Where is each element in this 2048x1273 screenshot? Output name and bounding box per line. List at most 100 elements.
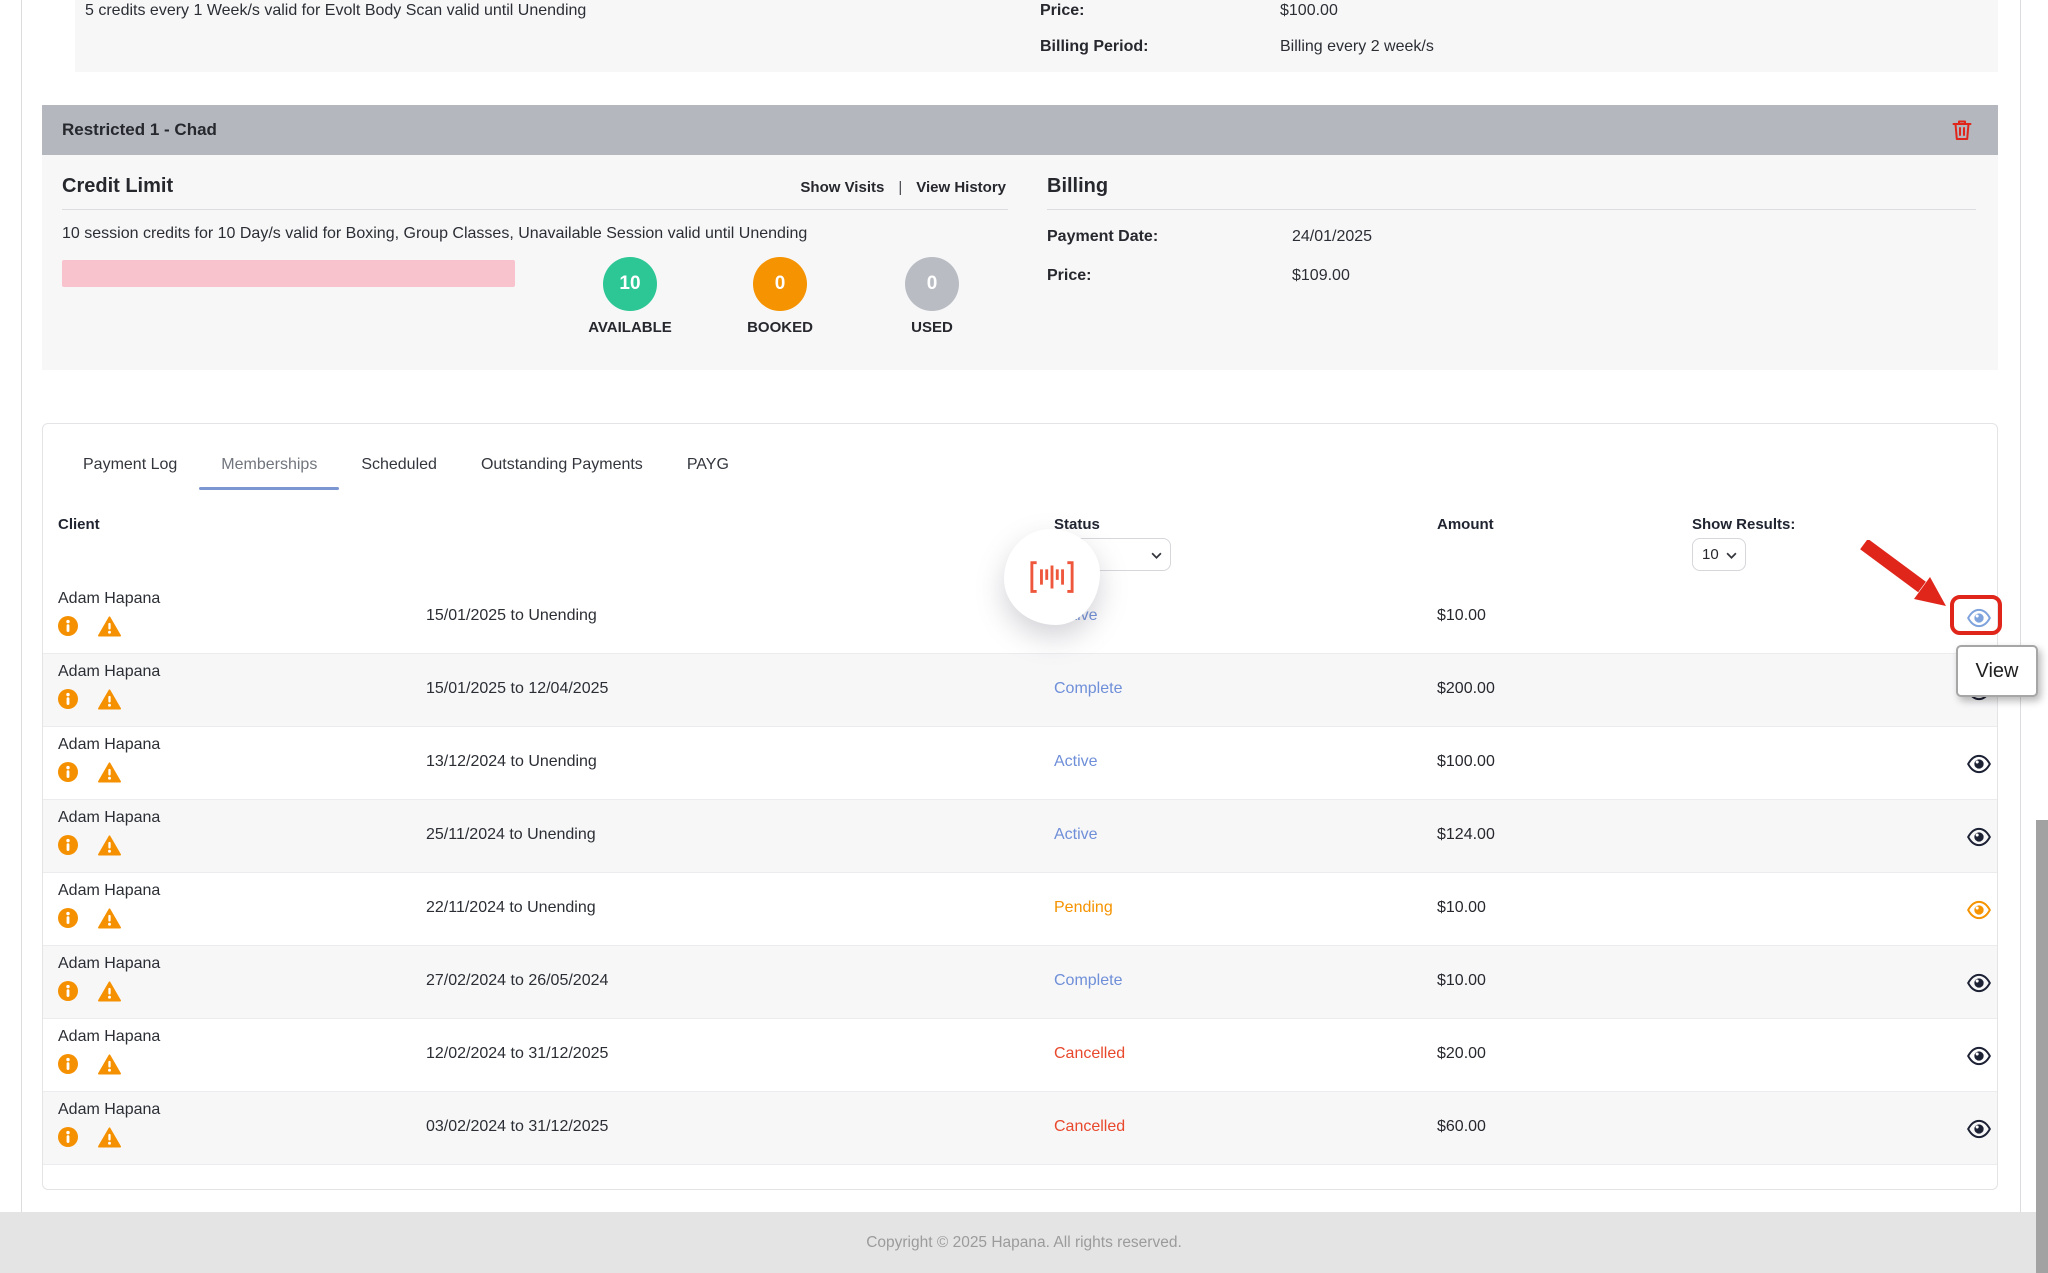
billing-price-value: $109.00 [1292,267,1350,285]
status-label: Complete [1054,680,1122,698]
link-separator: | [898,179,902,196]
counter-circle: 0 [905,257,959,311]
warning-icon[interactable] [98,835,121,856]
payment-date-label: Payment Date: [1047,228,1158,246]
divider [1047,209,1976,210]
client-name: Adam Hapana [58,955,160,973]
table-rows: Adam Hapana 15/01/2025 to Unending Activ… [43,581,1997,1165]
warning-icon[interactable] [98,908,121,929]
eye-icon [1966,897,1992,923]
view-history-link[interactable]: View History [916,179,1006,196]
amount-column-header: Amount [1437,516,1494,533]
divider [62,209,1008,210]
price-label: Price: [1040,2,1084,20]
client-name: Adam Hapana [58,1028,160,1046]
view-eye-button[interactable] [1959,746,1999,782]
tab-payment-log[interactable]: Payment Log [61,424,199,506]
membership-period: 15/01/2025 to Unending [426,607,597,625]
tab-memberships[interactable]: Memberships [199,424,339,506]
info-icon[interactable] [58,616,78,636]
membership-period: 12/02/2024 to 31/12/2025 [426,1045,608,1063]
warning-icon[interactable] [98,981,121,1002]
warning-icon[interactable] [98,616,121,637]
counter-label: BOOKED [720,319,840,336]
client-icons [58,1054,121,1075]
counter-circle: 0 [753,257,807,311]
table-row: Adam Hapana 12/02/2024 to 31/12/2025 Can… [43,1019,1997,1092]
status-label: Active [1054,826,1098,844]
eye-icon [1966,1043,1992,1069]
eye-icon [1966,751,1992,777]
amount-value: $10.00 [1437,972,1486,990]
payment-date-value: 24/01/2025 [1292,228,1372,246]
table-row: Adam Hapana 03/02/2024 to 31/12/2025 Can… [43,1092,1997,1165]
view-eye-button[interactable] [1959,819,1999,855]
counter-label: USED [872,319,992,336]
view-eye-button[interactable] [1959,892,1999,928]
table-row: Adam Hapana 22/11/2024 to Unending Pendi… [43,873,1997,946]
info-icon[interactable] [58,908,78,928]
info-icon[interactable] [58,981,78,1001]
info-icon[interactable] [58,762,78,782]
view-eye-button[interactable] [1959,965,1999,1001]
credit-limit-description: 10 session credits for 10 Day/s valid fo… [62,225,807,243]
client-name: Adam Hapana [58,1101,160,1119]
barcode-loader-icon [1029,559,1075,595]
warning-icon[interactable] [98,762,121,783]
previous-membership-panel: 5 credits every 1 Week/s valid for Evolt… [75,0,1998,72]
delete-membership-button[interactable] [1950,118,1974,142]
tab-payg[interactable]: PAYG [665,424,751,506]
amount-value: $200.00 [1437,680,1495,698]
price-value: $100.00 [1280,2,1338,20]
billing-price-label: Price: [1047,267,1091,285]
counter-value: 10 [619,273,640,295]
credit-counter: 0 USED [872,257,992,336]
info-icon[interactable] [58,689,78,709]
amount-value: $10.00 [1437,607,1486,625]
client-icons [58,616,121,637]
info-icon[interactable] [58,1127,78,1147]
status-label: Complete [1054,972,1122,990]
view-eye-button[interactable] [1959,1038,1999,1074]
billing-heading: Billing [1047,175,1108,198]
amount-value: $60.00 [1437,1118,1486,1136]
client-icons [58,981,121,1002]
memberships-page: 5 credits every 1 Week/s valid for Evolt… [0,0,2048,1273]
counter-circle: 10 [603,257,657,311]
client-column-header: Client [58,516,100,533]
client-name: Adam Hapana [58,736,160,754]
info-icon[interactable] [58,835,78,855]
client-name: Adam Hapana [58,809,160,827]
show-visits-link[interactable]: Show Visits [800,179,884,196]
table-row: Adam Hapana 15/01/2025 to 12/04/2025 Com… [43,654,1997,727]
membership-period: 25/11/2024 to Unending [426,826,596,844]
active-tab-underline [199,487,339,490]
eye-icon [1966,824,1992,850]
view-tooltip: View [1956,645,2038,697]
show-results-label: Show Results: [1692,516,1795,533]
chevron-down-icon [1726,552,1737,559]
tab-scheduled[interactable]: Scheduled [339,424,459,506]
client-icons [58,835,121,856]
warning-icon[interactable] [98,1054,121,1075]
amount-value: $100.00 [1437,753,1495,771]
annotation-highlight-box [1950,595,2002,635]
client-name: Adam Hapana [58,663,160,681]
container-left-border [21,0,22,1212]
scrollbar-thumb[interactable] [2036,820,2048,1273]
trash-icon [1950,118,1974,142]
client-icons [58,689,121,710]
payments-card: Payment Log Memberships Scheduled Outsta… [42,423,1998,1190]
membership-period: 13/12/2024 to Unending [426,753,597,771]
warning-icon[interactable] [98,1127,121,1148]
tab-outstanding-payments[interactable]: Outstanding Payments [459,424,665,506]
counter-label: AVAILABLE [570,319,690,336]
info-icon[interactable] [58,1054,78,1074]
warning-icon[interactable] [98,689,121,710]
view-eye-button[interactable] [1959,1111,1999,1147]
amount-value: $10.00 [1437,899,1486,917]
table-row: Adam Hapana 27/02/2024 to 26/05/2024 Com… [43,946,1997,1019]
show-results-select[interactable]: 10 [1692,538,1746,571]
membership-card-body: Credit Limit Show Visits|View History 10… [42,155,1998,370]
membership-period: 03/02/2024 to 31/12/2025 [426,1118,608,1136]
